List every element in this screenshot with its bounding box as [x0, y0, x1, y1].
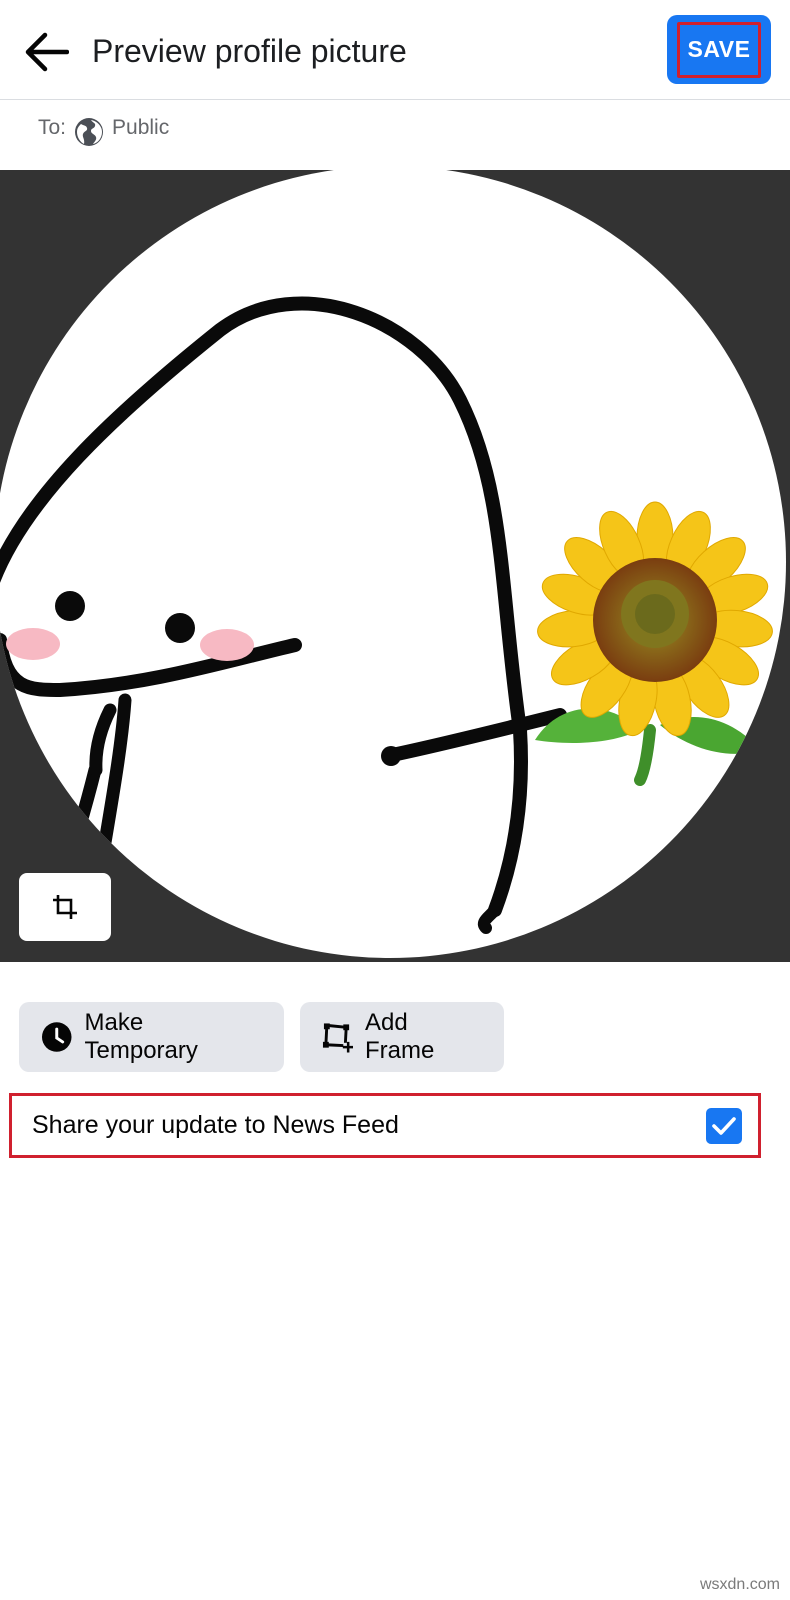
clock-icon	[41, 1022, 72, 1052]
save-button-label: SAVE	[677, 21, 761, 78]
share-checkbox[interactable]	[706, 1107, 742, 1144]
photo-preview[interactable]	[0, 170, 790, 962]
photo-actions: Make Temporary Add Frame	[19, 1002, 504, 1072]
preview-profile-picture-screen: Preview profile picture SAVE To: Public	[0, 0, 790, 1600]
audience-value: Public	[112, 116, 170, 139]
add-frame-button[interactable]: Add Frame	[300, 1002, 504, 1072]
globe-icon	[75, 118, 104, 146]
crop-icon	[53, 895, 77, 919]
frame-add-icon	[322, 1023, 353, 1053]
back-button[interactable]	[20, 26, 72, 78]
add-frame-label: Add Frame	[365, 1009, 435, 1064]
top-bar: Preview profile picture SAVE	[0, 0, 790, 100]
audience-prefix: To:	[38, 116, 67, 139]
checkmark-icon	[712, 1116, 736, 1135]
share-label: Share your update to News Feed	[32, 1111, 399, 1139]
crop-button[interactable]	[19, 873, 111, 941]
profile-photo	[0, 170, 786, 958]
arrow-left-icon	[25, 32, 69, 72]
page-title: Preview profile picture	[92, 33, 407, 69]
make-temporary-label: Make Temporary	[84, 1009, 198, 1064]
make-temporary-button[interactable]: Make Temporary	[19, 1002, 284, 1072]
share-to-news-feed-row[interactable]: Share your update to News Feed	[9, 1093, 761, 1158]
audience-selector[interactable]: To: Public	[38, 108, 169, 148]
watermark: wsxdn.com	[699, 1576, 780, 1593]
save-button[interactable]: SAVE	[667, 15, 771, 84]
